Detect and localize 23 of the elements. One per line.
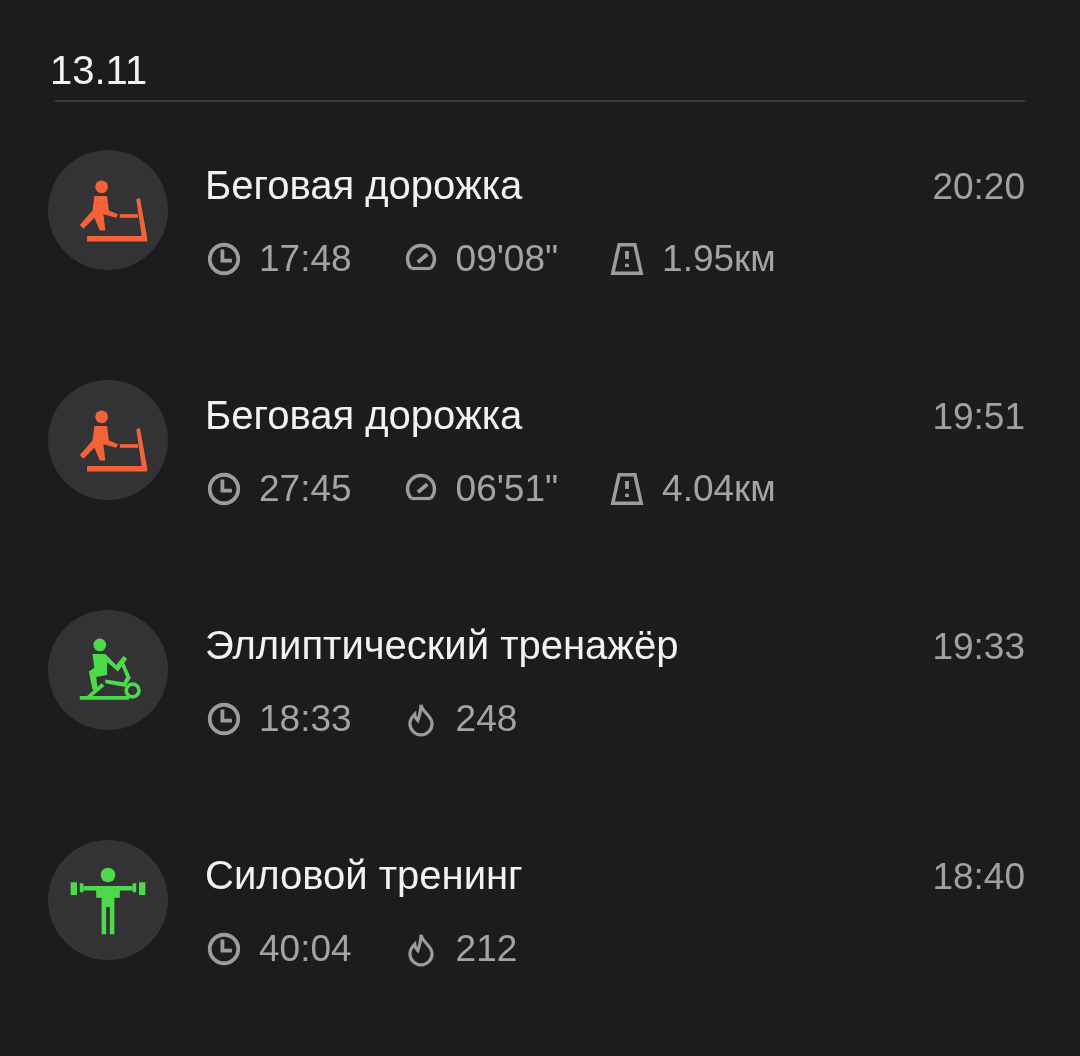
clock-icon xyxy=(205,240,243,278)
stat-value: 4.04км xyxy=(662,467,776,511)
stat-value: 06'51" xyxy=(455,467,559,511)
workout-title: Беговая дорожка xyxy=(205,162,523,209)
date-header: 13.11 xyxy=(49,47,149,94)
clock-icon xyxy=(205,470,243,508)
workout-title: Силовой тренинг xyxy=(205,852,523,899)
stat-value: 27:45 xyxy=(259,467,352,511)
start-time: 19:33 xyxy=(932,625,1025,669)
workout-title: Беговая дорожка xyxy=(205,392,523,439)
start-time: 20:20 xyxy=(932,165,1025,209)
workout-title: Эллиптический тренажёр xyxy=(205,622,679,669)
stat-value: 40:04 xyxy=(259,927,352,971)
stat-value: 1.95км xyxy=(662,237,776,281)
clock-icon xyxy=(205,930,243,968)
clock-icon xyxy=(205,700,243,738)
stat-value: 17:48 xyxy=(259,237,352,281)
stat-value: 248 xyxy=(455,697,518,741)
start-time: 18:40 xyxy=(932,855,1025,899)
stat-value: 212 xyxy=(455,927,518,971)
start-time: 19:51 xyxy=(932,395,1025,439)
stat-value: 09'08" xyxy=(455,237,559,281)
stat-value: 18:33 xyxy=(259,697,352,741)
